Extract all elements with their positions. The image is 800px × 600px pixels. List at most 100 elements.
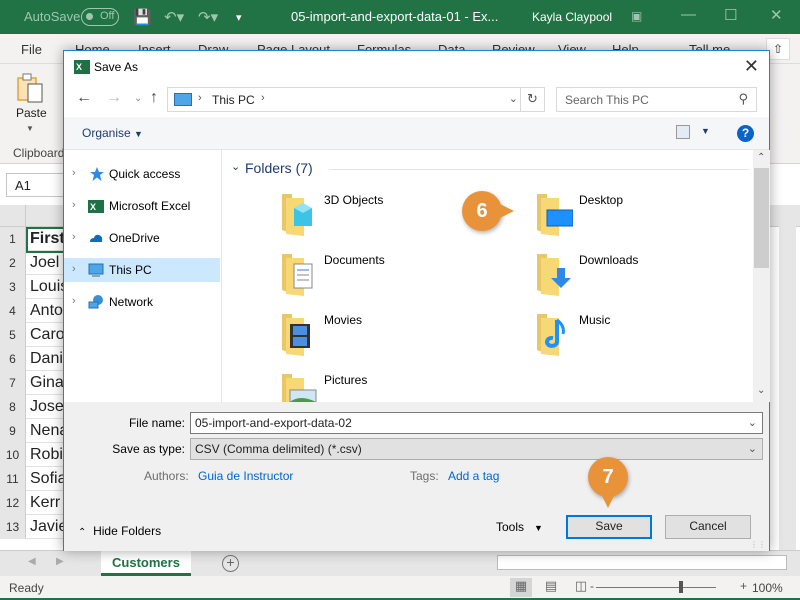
close-window-icon[interactable]: ✕ bbox=[770, 6, 783, 24]
expand-chevron-icon[interactable]: › bbox=[72, 295, 76, 307]
normal-view-icon[interactable]: ▦ bbox=[510, 578, 532, 597]
expand-chevron-icon[interactable]: › bbox=[72, 167, 76, 179]
save-as-type-dropdown-icon[interactable]: ⌄ bbox=[748, 442, 757, 455]
resize-grip-icon[interactable]: ⋮⋮ bbox=[750, 540, 766, 549]
cell[interactable]: Anto bbox=[30, 299, 64, 323]
cell[interactable]: Sofia bbox=[30, 467, 64, 491]
folder-documents[interactable]: Documents bbox=[278, 250, 498, 300]
worksheet-horizontal-scrollbar[interactable] bbox=[497, 555, 787, 570]
undo-icon[interactable]: ↶▾ bbox=[164, 8, 184, 26]
forward-arrow-icon[interactable]: → bbox=[106, 89, 122, 107]
folder-downloads[interactable]: Downloads bbox=[533, 250, 753, 300]
row-header[interactable]: 6 bbox=[0, 347, 26, 371]
cell[interactable]: Kerr bbox=[30, 491, 64, 515]
scroll-up-icon[interactable]: ⌃ bbox=[757, 152, 765, 163]
cell[interactable]: Javie bbox=[30, 515, 64, 539]
zoom-slider[interactable] bbox=[596, 587, 716, 588]
maximize-icon[interactable]: ☐ bbox=[724, 6, 737, 24]
redo-icon[interactable]: ↷▾ bbox=[198, 8, 218, 26]
sheet-next-icon[interactable]: ▶ bbox=[56, 556, 64, 567]
row-header[interactable]: 4 bbox=[0, 299, 26, 323]
cell[interactable]: Robi bbox=[30, 443, 64, 467]
back-arrow-icon[interactable]: ← bbox=[76, 89, 92, 107]
row-header[interactable]: 12 bbox=[0, 491, 26, 515]
save-as-type-select[interactable]: CSV (Comma delimited) (*.csv) ⌄ bbox=[190, 438, 763, 460]
tab-file[interactable]: File bbox=[21, 42, 42, 57]
nav-item-microsoft-excel[interactable]: › X Microsoft Excel bbox=[64, 194, 220, 218]
row-header[interactable]: 13 bbox=[0, 515, 26, 539]
view-options-dropdown-icon[interactable]: ▼ bbox=[701, 126, 710, 136]
search-box[interactable]: Search This PC ⚲ bbox=[556, 87, 757, 112]
folders-group-header[interactable]: Folders (7) bbox=[245, 160, 313, 176]
sheet-tab-customers[interactable]: Customers bbox=[101, 551, 191, 576]
hide-folders-button[interactable]: ⌃ Hide Folders bbox=[78, 524, 161, 538]
nav-item-network[interactable]: › Network bbox=[64, 290, 220, 314]
row-header[interactable]: 3 bbox=[0, 275, 26, 299]
expand-chevron-icon[interactable]: › bbox=[72, 263, 76, 275]
content-vertical-scrollbar[interactable]: ⌃ ⌄ bbox=[753, 150, 770, 402]
name-box[interactable]: A1 bbox=[6, 173, 64, 197]
nav-item-onedrive[interactable]: › OneDrive bbox=[64, 226, 220, 250]
folder-desktop[interactable]: Desktop bbox=[533, 190, 753, 240]
cell[interactable]: Joel bbox=[30, 251, 64, 275]
organise-menu[interactable]: Organise ▼ bbox=[82, 126, 143, 140]
search-icon[interactable]: ⚲ bbox=[738, 91, 748, 107]
row-header[interactable]: 5 bbox=[0, 323, 26, 347]
file-name-input[interactable]: 05-import-and-export-data-02 ⌄ bbox=[190, 412, 763, 434]
paste-icon[interactable] bbox=[16, 72, 46, 104]
expand-chevron-icon[interactable]: › bbox=[72, 231, 76, 243]
folder-movies[interactable]: Movies bbox=[278, 310, 498, 360]
ribbon-display-icon[interactable]: ▣ bbox=[631, 9, 642, 23]
nav-item-quick-access[interactable]: › Quick access bbox=[64, 162, 220, 186]
worksheet-vertical-scrollbar[interactable] bbox=[779, 210, 796, 550]
cell[interactable]: Louis bbox=[30, 275, 64, 299]
customize-toolbar-icon[interactable]: ▾ bbox=[236, 11, 242, 24]
row-header[interactable]: 7 bbox=[0, 371, 26, 395]
zoom-in-button[interactable]: + bbox=[740, 579, 747, 593]
address-dropdown-icon[interactable]: ⌄ bbox=[509, 92, 518, 105]
add-sheet-icon[interactable]: + bbox=[222, 555, 239, 572]
folder-music[interactable]: Music bbox=[533, 310, 753, 360]
file-name-dropdown-icon[interactable]: ⌄ bbox=[748, 416, 757, 429]
scroll-down-icon[interactable]: ⌄ bbox=[757, 385, 765, 396]
close-dialog-icon[interactable]: ✕ bbox=[744, 56, 759, 77]
scrollbar-thumb[interactable] bbox=[754, 168, 769, 268]
authors-value[interactable]: Guia de Instructor bbox=[198, 469, 293, 483]
select-all-corner[interactable] bbox=[0, 205, 26, 227]
nav-item-this-pc[interactable]: › This PC bbox=[64, 258, 220, 282]
cancel-button[interactable]: Cancel bbox=[665, 515, 751, 539]
paste-dropdown-icon[interactable]: ▼ bbox=[26, 124, 34, 133]
zoom-out-button[interactable]: - bbox=[590, 579, 594, 593]
address-bar[interactable]: › This PC › ⌄ ↻ bbox=[167, 87, 545, 112]
zoom-slider-thumb[interactable] bbox=[679, 581, 683, 593]
tools-menu[interactable]: Tools ▼ bbox=[496, 520, 543, 534]
row-header[interactable]: 2 bbox=[0, 251, 26, 275]
save-button[interactable]: Save bbox=[566, 515, 652, 539]
row-header[interactable]: 11 bbox=[0, 467, 26, 491]
page-break-view-icon[interactable]: ◫ bbox=[570, 578, 592, 597]
sheet-prev-icon[interactable]: ◀ bbox=[28, 556, 36, 567]
breadcrumb-separator-icon[interactable]: › bbox=[198, 92, 202, 104]
minimize-icon[interactable]: — bbox=[681, 6, 696, 23]
breadcrumb-separator-icon[interactable]: › bbox=[261, 92, 265, 104]
zoom-level[interactable]: 100% bbox=[752, 581, 783, 595]
user-name[interactable]: Kayla Claypool bbox=[532, 10, 612, 24]
up-arrow-icon[interactable]: ↑ bbox=[150, 89, 158, 107]
cell[interactable]: Caro bbox=[30, 323, 64, 347]
save-icon[interactable]: 💾 bbox=[133, 8, 152, 26]
recent-locations-icon[interactable]: ⌄ bbox=[134, 93, 142, 104]
cell[interactable]: Jose bbox=[30, 395, 64, 419]
paste-label[interactable]: Paste bbox=[16, 106, 47, 120]
expand-chevron-icon[interactable]: › bbox=[72, 199, 76, 211]
add-tag-link[interactable]: Add a tag bbox=[448, 469, 499, 483]
breadcrumb-this-pc[interactable]: This PC bbox=[212, 93, 255, 107]
cell[interactable]: Gina bbox=[30, 371, 64, 395]
row-header[interactable]: 1 bbox=[0, 227, 26, 251]
cell[interactable]: Dani bbox=[30, 347, 64, 371]
refresh-icon[interactable]: ↻ bbox=[520, 88, 544, 111]
autosave-toggle[interactable]: Off bbox=[81, 8, 119, 26]
help-icon[interactable]: ? bbox=[737, 125, 754, 142]
row-header[interactable]: 8 bbox=[0, 395, 26, 419]
change-view-icon[interactable] bbox=[676, 125, 690, 139]
page-layout-view-icon[interactable]: ▤ bbox=[540, 578, 562, 597]
